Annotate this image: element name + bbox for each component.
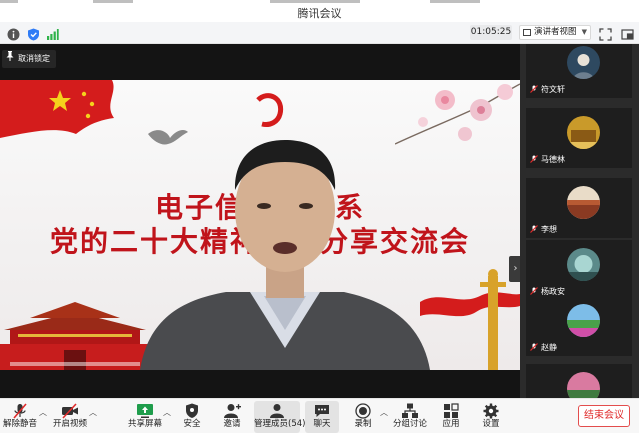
chat-button[interactable]: 聊天 (305, 401, 339, 433)
security-label: 安全 (183, 419, 201, 429)
invite-button[interactable]: 邀请 (217, 401, 247, 433)
unmute-label: 解除静音 (3, 419, 38, 429)
pin-icon (6, 50, 14, 68)
settings-label: 设置 (482, 419, 500, 429)
manage-members-label: 管理成员(54) (254, 419, 306, 429)
meeting-timer: 01:05:25 (470, 25, 512, 40)
participant-avatar (567, 372, 600, 398)
participant-name-tag: 马德林 (530, 155, 565, 165)
share-screen-label: 共享屏幕 (128, 419, 163, 429)
participant-tile[interactable]: 杨政安 (526, 240, 632, 300)
participant-avatar (567, 46, 600, 79)
red-flag-image (0, 80, 114, 138)
participant-avatar (567, 304, 600, 337)
participant-avatar (567, 116, 600, 149)
floating-window-icon[interactable] (621, 26, 634, 40)
participant-tile[interactable]: 李想 (526, 178, 632, 238)
add-user-icon (223, 403, 241, 419)
mic-muted-icon (530, 85, 538, 93)
participant-avatar (567, 186, 600, 219)
shield-icon (183, 403, 201, 419)
participant-name-tag: 符文轩 (530, 85, 565, 95)
title-bar-edge (0, 0, 18, 3)
gear-icon (482, 403, 500, 419)
title-bar-edge (430, 0, 480, 3)
main-video-stage[interactable]: 取消锁定 › (0, 44, 520, 398)
chevron-up-icon[interactable]: ︿ (380, 407, 388, 418)
chevron-down-icon: ▼ (581, 28, 587, 36)
mic-muted-icon (11, 403, 29, 419)
collapse-gallery-button[interactable]: › (509, 256, 520, 282)
mic-muted-icon (530, 225, 538, 233)
window-title: 腾讯会议 (297, 7, 342, 20)
meeting-info-bar: 01:05:25 演讲者视图 ▼ (0, 22, 639, 44)
participant-tile[interactable]: 赵静 (526, 296, 632, 356)
view-mode-select[interactable]: 演讲者视图 ▼ (519, 25, 591, 40)
settings-button[interactable]: 设置 (476, 401, 506, 433)
unpin-label: 取消锁定 (18, 54, 50, 63)
participant-name-tag: 赵静 (530, 343, 557, 353)
participant-gallery[interactable]: 符文轩 马德林 李想 杨政安 赵静 (520, 44, 639, 398)
chat-label: 聊天 (313, 419, 331, 429)
chevron-up-icon[interactable]: ︿ (163, 407, 171, 418)
share-screen-button[interactable]: 共享屏幕 (128, 401, 162, 433)
end-meeting-button[interactable]: 结束会议 (578, 405, 630, 427)
participant-tile[interactable]: 马德林 (526, 108, 632, 168)
members-icon (268, 403, 286, 419)
camera-off-icon (61, 403, 79, 419)
record-button[interactable]: 录制 (348, 401, 378, 433)
meeting-window: 腾讯会议 01:05:25 演讲者视图 ▼ 取消锁定 › 符文轩 马德林 李想 … (0, 0, 639, 433)
breakout-rooms-label: 分组讨论 (393, 419, 428, 429)
chat-icon (313, 403, 331, 419)
unmute-button[interactable]: 解除静音 (3, 401, 37, 433)
participant-name-tag: 李想 (530, 225, 557, 235)
breakout-icon (401, 403, 419, 419)
meeting-toolbar: 解除静音 ︿ 开启视频 ︿ 共享屏幕 ︿ 安全 邀请 管理成员(54) 聊天 录… (0, 398, 639, 433)
title-bar-edge (93, 0, 133, 3)
manage-members-button[interactable]: 管理成员(54) (254, 401, 306, 433)
breakout-rooms-button[interactable]: 分组讨论 (393, 401, 427, 433)
apps-button[interactable]: 应用 (436, 401, 466, 433)
tiananmen-image (0, 302, 150, 370)
apps-icon (442, 403, 460, 419)
mic-muted-icon (530, 155, 538, 163)
mic-muted-icon (530, 287, 538, 295)
fullscreen-icon[interactable] (599, 26, 612, 41)
signal-icon[interactable] (46, 26, 59, 40)
info-icon[interactable] (7, 26, 20, 41)
apps-label: 应用 (442, 419, 460, 429)
share-screen-icon (136, 403, 154, 419)
grid-icon (523, 29, 531, 36)
title-bar: 腾讯会议 (0, 0, 639, 22)
mic-muted-icon (530, 343, 538, 351)
participant-tile[interactable] (526, 364, 632, 398)
start-video-button[interactable]: 开启视频 (53, 401, 87, 433)
shared-slide: 电子信息工程系 党的二十大精神学习分享交流会 (0, 80, 520, 370)
invite-label: 邀请 (223, 419, 241, 429)
title-bar-edge (270, 0, 360, 3)
start-video-label: 开启视频 (53, 419, 88, 429)
record-icon (354, 403, 372, 419)
shield-icon[interactable] (27, 26, 40, 41)
view-mode-label: 演讲者视图 (534, 27, 577, 37)
unpin-button[interactable]: 取消锁定 (2, 50, 56, 68)
chevron-up-icon[interactable]: ︿ (89, 407, 97, 418)
presenter-video (140, 140, 430, 370)
participant-avatar (567, 248, 600, 281)
chevron-up-icon[interactable]: ︿ (39, 407, 47, 418)
participant-tile[interactable]: 符文轩 (526, 44, 632, 98)
record-label: 录制 (354, 419, 372, 429)
security-button[interactable]: 安全 (177, 401, 207, 433)
huabiao-image (420, 269, 520, 370)
